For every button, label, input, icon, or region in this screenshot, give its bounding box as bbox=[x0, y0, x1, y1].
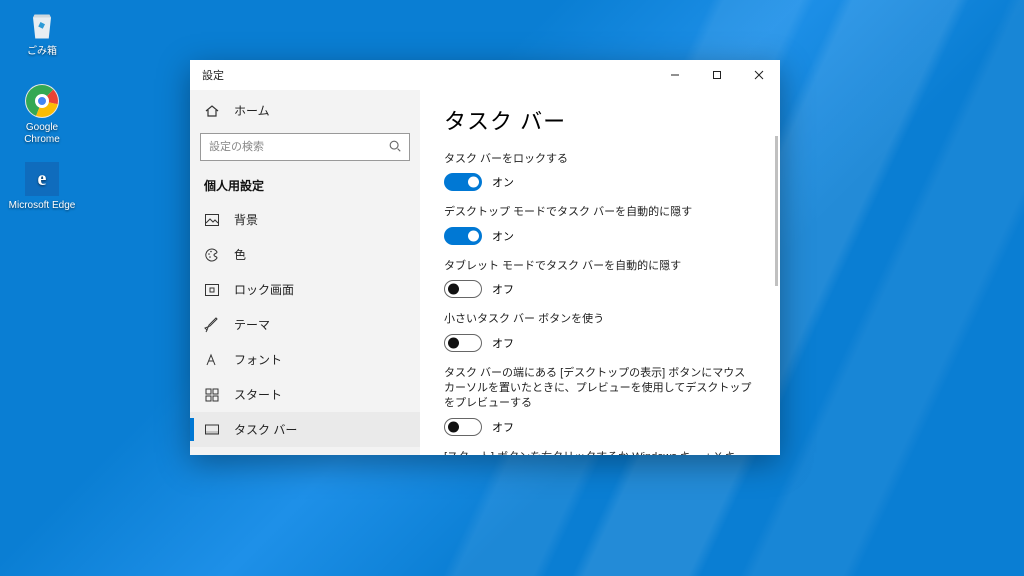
font-icon bbox=[204, 352, 220, 368]
nav-label: ロック画面 bbox=[234, 281, 294, 298]
taskbar-icon bbox=[204, 422, 220, 438]
option-label: タスク バーをロックする bbox=[444, 152, 754, 167]
chrome-icon bbox=[23, 82, 61, 120]
toggle-peek-preview[interactable] bbox=[444, 418, 482, 436]
toggle-small-buttons[interactable] bbox=[444, 334, 482, 352]
desktop-icon-edge[interactable]: e Microsoft Edge bbox=[8, 160, 76, 212]
content-scrollbar[interactable] bbox=[775, 136, 778, 286]
sidebar-item-start[interactable]: スタート bbox=[190, 377, 420, 412]
toggle-lock-taskbar[interactable] bbox=[444, 173, 482, 191]
close-button[interactable] bbox=[738, 60, 780, 90]
option-autohide-desktop: デスクトップ モードでタスク バーを自動的に隠す オン bbox=[444, 205, 762, 244]
sidebar-item-fonts[interactable]: フォント bbox=[190, 342, 420, 377]
option-powershell: [スタート] ボタンを右クリックするか Windows キー + X キーを押し… bbox=[444, 450, 762, 455]
option-lock-taskbar: タスク バーをロックする オン bbox=[444, 152, 762, 191]
option-label: タブレット モードでタスク バーを自動的に隠す bbox=[444, 259, 754, 274]
option-label: [スタート] ボタンを右クリックするか Windows キー + X キーを押し… bbox=[444, 450, 754, 455]
settings-window: 設定 ホーム bbox=[190, 60, 780, 455]
minimize-button[interactable] bbox=[654, 60, 696, 90]
desktop-icon-label: ごみ箱 bbox=[8, 46, 76, 58]
sidebar-item-colors[interactable]: 色 bbox=[190, 237, 420, 272]
sidebar: ホーム 個人用設定 背景 色 bbox=[190, 90, 420, 455]
option-small-buttons: 小さいタスク バー ボタンを使う オフ bbox=[444, 312, 762, 351]
page-title: タスク バー bbox=[444, 104, 762, 136]
image-icon bbox=[204, 212, 220, 228]
start-icon bbox=[204, 387, 220, 403]
brush-icon bbox=[204, 317, 220, 333]
home-icon bbox=[204, 103, 220, 119]
desktop[interactable]: ごみ箱 Google Chrome e Microsoft Edge 設定 bbox=[0, 0, 1024, 576]
sidebar-item-taskbar[interactable]: タスク バー bbox=[190, 412, 420, 447]
sidebar-item-background[interactable]: 背景 bbox=[190, 202, 420, 237]
desktop-icon-label: Google Chrome bbox=[8, 122, 76, 145]
content-pane: タスク バー タスク バーをロックする オン デスクトップ モードでタスク バー… bbox=[420, 90, 780, 455]
option-label: タスク バーの端にある [デスクトップの表示] ボタンにマウス カーソルを置いた… bbox=[444, 366, 754, 412]
nav-label: 背景 bbox=[234, 211, 258, 228]
toggle-autohide-desktop[interactable] bbox=[444, 227, 482, 245]
nav-label: フォント bbox=[234, 351, 282, 368]
toggle-state: オフ bbox=[492, 419, 514, 435]
recycle-bin-icon bbox=[23, 6, 61, 44]
option-label: 小さいタスク バー ボタンを使う bbox=[444, 312, 754, 327]
toggle-state: オフ bbox=[492, 281, 514, 297]
option-autohide-tablet: タブレット モードでタスク バーを自動的に隠す オフ bbox=[444, 259, 762, 298]
home-label: ホーム bbox=[234, 102, 270, 119]
palette-icon bbox=[204, 247, 220, 263]
sidebar-item-themes[interactable]: テーマ bbox=[190, 307, 420, 342]
home-link[interactable]: ホーム bbox=[190, 94, 420, 127]
nav-label: テーマ bbox=[234, 316, 270, 333]
toggle-state: オン bbox=[492, 228, 514, 244]
search-icon bbox=[388, 139, 402, 153]
nav-label: タスク バー bbox=[234, 421, 297, 438]
desktop-icon-chrome[interactable]: Google Chrome bbox=[8, 82, 76, 145]
sidebar-item-lockscreen[interactable]: ロック画面 bbox=[190, 272, 420, 307]
lock-icon bbox=[204, 282, 220, 298]
search-wrap bbox=[190, 127, 420, 171]
edge-icon: e bbox=[23, 160, 61, 198]
nav-label: スタート bbox=[234, 386, 282, 403]
option-label: デスクトップ モードでタスク バーを自動的に隠す bbox=[444, 205, 754, 220]
maximize-button[interactable] bbox=[696, 60, 738, 90]
desktop-icon-recycle-bin[interactable]: ごみ箱 bbox=[8, 6, 76, 58]
section-label: 個人用設定 bbox=[190, 171, 420, 202]
toggle-autohide-tablet[interactable] bbox=[444, 280, 482, 298]
toggle-state: オン bbox=[492, 174, 514, 190]
window-title: 設定 bbox=[190, 67, 224, 83]
toggle-state: オフ bbox=[492, 335, 514, 351]
option-peek-preview: タスク バーの端にある [デスクトップの表示] ボタンにマウス カーソルを置いた… bbox=[444, 366, 762, 436]
desktop-icon-label: Microsoft Edge bbox=[8, 200, 76, 212]
nav-list: 背景 色 ロック画面 テーマ bbox=[190, 202, 420, 455]
nav-label: 色 bbox=[234, 246, 246, 263]
search-input[interactable] bbox=[200, 133, 410, 161]
titlebar[interactable]: 設定 bbox=[190, 60, 780, 90]
